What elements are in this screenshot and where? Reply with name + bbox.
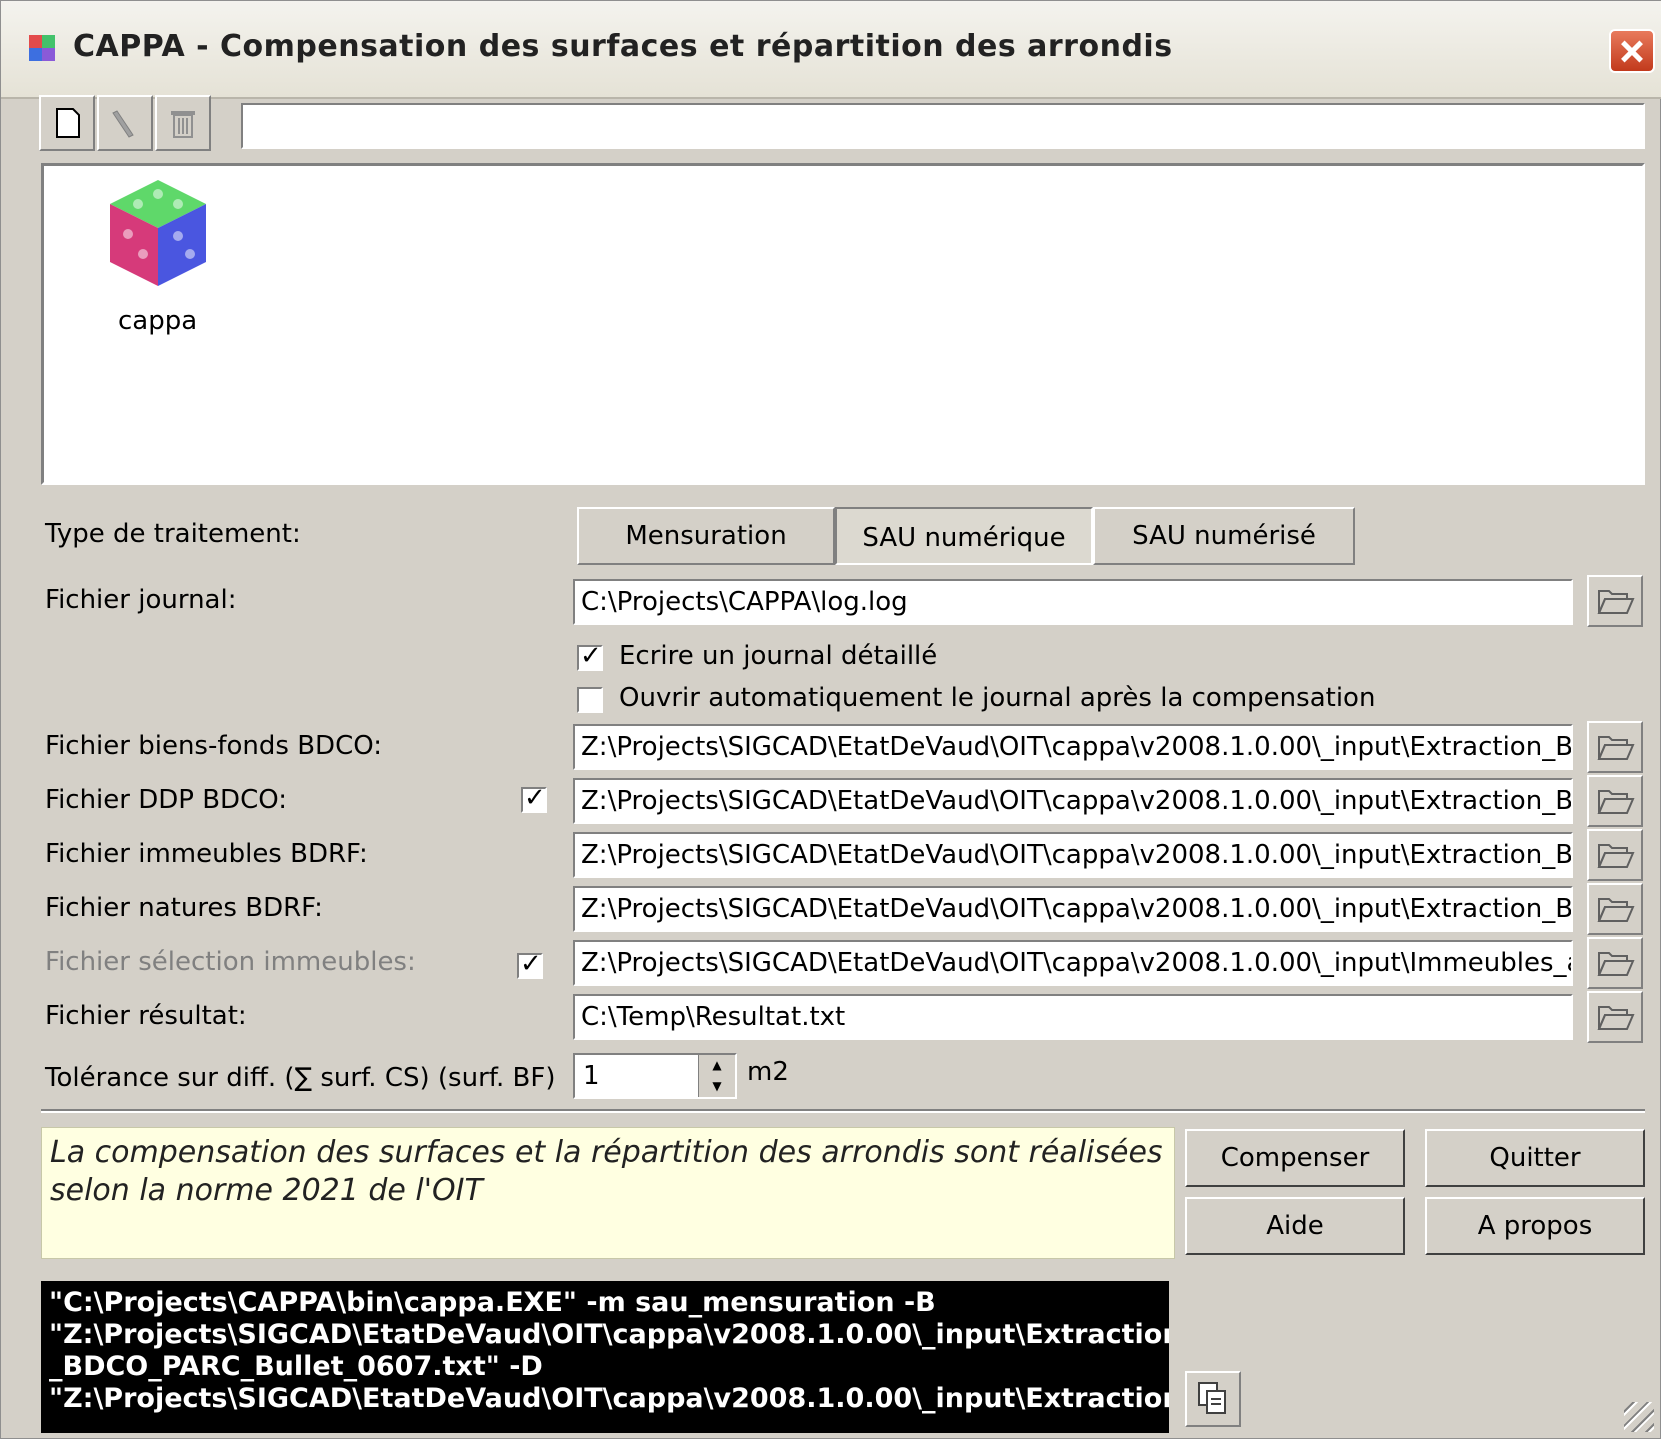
new-document-icon [56,108,80,138]
journal-field[interactable]: C:\Projects\CAPPA\log.log [573,579,1573,625]
edit-button[interactable] [97,95,153,151]
folder-open-icon [1597,790,1635,814]
aide-button[interactable]: Aide [1185,1197,1405,1255]
open-journal-label: Ouvrir automatiquement le journal après … [619,683,1376,713]
ddp-label: Fichier DDP BDCO: [45,785,287,815]
pencil-icon [112,110,134,138]
info-box: La compensation des surfaces et la répar… [41,1127,1175,1259]
detailed-journal-label: Ecrire un journal détaillé [619,641,938,671]
list-item-label[interactable]: cappa [118,306,197,336]
type-mensuration-button[interactable]: Mensuration [577,507,835,565]
copy-icon [1198,1382,1226,1414]
browse-ddp-button[interactable] [1587,775,1643,827]
tol-unit: m2 [747,1057,789,1087]
tolerance-value: 1 [583,1061,600,1091]
type-sau-numerique-button[interactable]: SAU numérique [835,507,1093,565]
configuration-list[interactable]: cappa [41,163,1645,485]
res-label: Fichier résultat: [45,1001,247,1031]
ddp-field[interactable]: Z:\Projects\SIGCAD\EtatDeVaud\OIT\cappa\… [573,778,1573,824]
detailed-journal-checkbox[interactable] [577,641,603,671]
imm-field[interactable]: Z:\Projects\SIGCAD\EtatDeVaud\OIT\cappa\… [573,832,1573,878]
folder-open-icon [1597,844,1635,868]
folder-open-icon [1597,952,1635,976]
quitter-button[interactable]: Quitter [1425,1129,1645,1187]
journal-label: Fichier journal: [45,585,237,615]
type-label: Type de traitement: [45,519,301,549]
apropos-button[interactable]: A propos [1425,1197,1645,1255]
browse-res-button[interactable] [1587,991,1643,1043]
nat-label: Fichier natures BDRF: [45,893,323,923]
new-button[interactable] [39,95,95,151]
path-input[interactable] [241,103,1645,149]
compenser-button[interactable]: Compenser [1185,1129,1405,1187]
sel-label: Fichier sélection immeubles: [45,947,416,977]
ddp-checkbox[interactable] [521,783,547,813]
resize-grip[interactable] [1624,1402,1654,1432]
type-sau-numerise-button[interactable]: SAU numérisé [1093,507,1355,565]
sel-field[interactable]: Z:\Projects\SIGCAD\EtatDeVaud\OIT\cappa\… [573,940,1573,986]
title-bar[interactable]: CAPPA - Compensation des surfaces et rép… [1,1,1661,99]
stepper-down-icon[interactable]: ▼ [699,1076,735,1097]
stepper-arrows[interactable]: ▲ ▼ [698,1055,735,1097]
open-journal-checkbox[interactable] [577,687,603,713]
cube-icon [29,35,55,61]
browse-bf-button[interactable] [1587,721,1643,773]
folder-open-icon [1597,1006,1635,1030]
trash-icon [171,111,195,138]
window-title: CAPPA - Compensation des surfaces et rép… [73,29,1173,64]
stepper-up-icon[interactable]: ▲ [699,1055,735,1076]
res-field[interactable]: C:\Temp\Resultat.txt [573,994,1573,1040]
tol-label: Tolérance sur diff. (∑ surf. CS) (surf. … [45,1063,556,1093]
cappa-window: CAPPA - Compensation des surfaces et rép… [0,0,1661,1439]
browse-nat-button[interactable] [1587,883,1643,935]
folder-open-icon [1597,736,1635,760]
delete-button[interactable] [155,95,211,151]
copy-button[interactable] [1185,1371,1241,1427]
separator [41,1109,1645,1113]
browse-sel-button[interactable] [1587,937,1643,989]
bf-field[interactable]: Z:\Projects\SIGCAD\EtatDeVaud\OIT\cappa\… [573,724,1573,770]
folder-open-icon [1597,898,1635,922]
sel-checkbox[interactable] [517,949,543,979]
cube-icon[interactable] [98,174,218,294]
command-console: "C:\Projects\CAPPA\bin\cappa.EXE" -m sau… [41,1281,1169,1433]
imm-label: Fichier immeubles BDRF: [45,839,368,869]
nat-field[interactable]: Z:\Projects\SIGCAD\EtatDeVaud\OIT\cappa\… [573,886,1573,932]
bf-label: Fichier biens-fonds BDCO: [45,731,382,761]
browse-imm-button[interactable] [1587,829,1643,881]
tolerance-stepper[interactable]: 1 ▲ ▼ [573,1053,737,1099]
browse-journal-button[interactable] [1587,575,1643,627]
close-button[interactable] [1609,29,1655,73]
folder-open-icon [1597,590,1635,614]
